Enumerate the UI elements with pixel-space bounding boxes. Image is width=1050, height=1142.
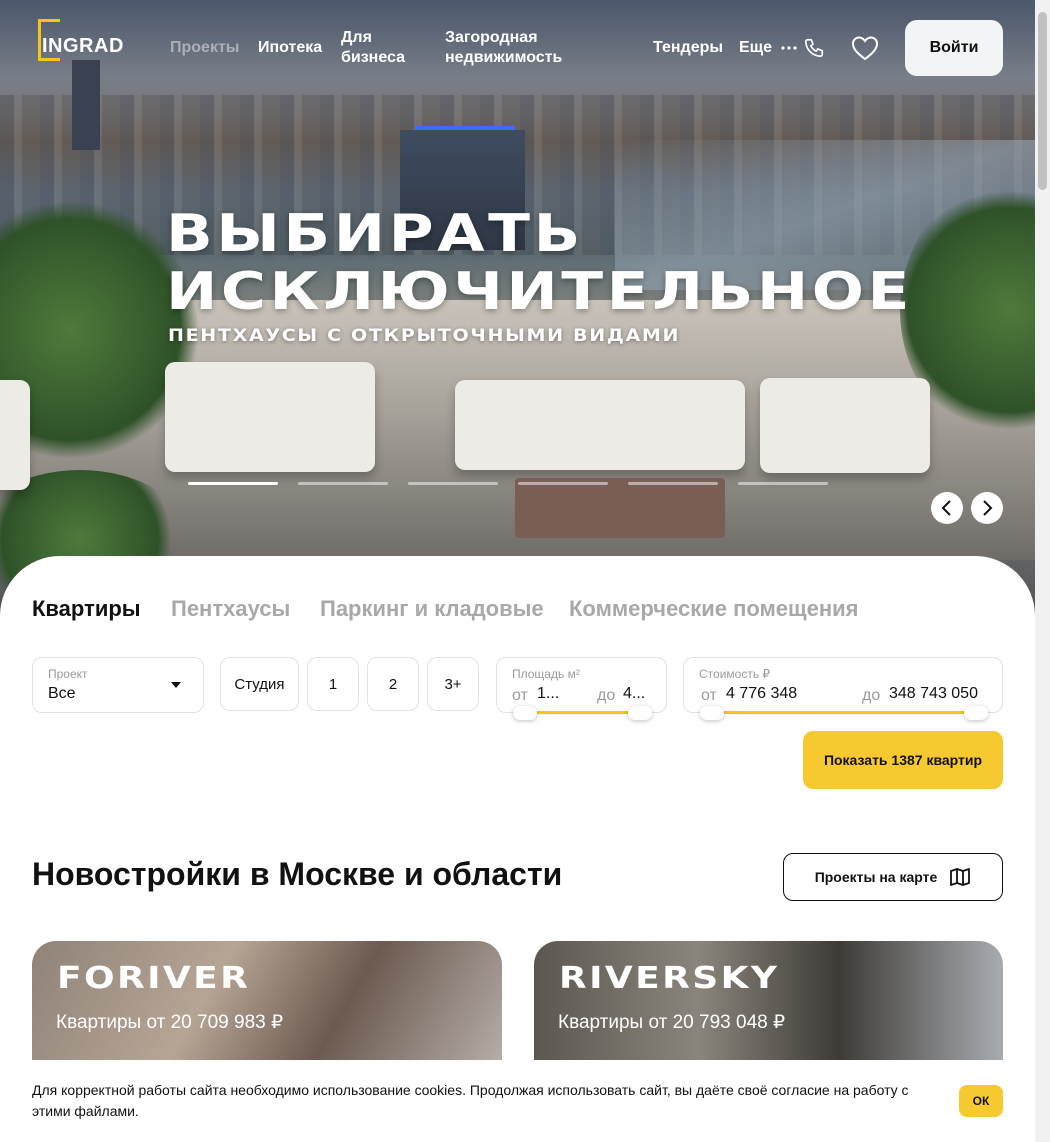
hero-banner: ВЫБИРАТЬ ИСКЛЮЧИТЕЛЬНОЕ ПЕНТХАУСЫ С ОТКР… (0, 0, 1035, 640)
hero-table (515, 478, 725, 538)
rooms-1-button[interactable]: 1 (307, 657, 359, 711)
price-from-input[interactable]: 4 776 348 (726, 685, 797, 703)
project-select-value: Все (48, 685, 76, 702)
area-range-track (525, 711, 640, 714)
area-range-label: Площадь м² (512, 667, 580, 681)
logo[interactable]: INGRAD (38, 19, 128, 61)
login-button[interactable]: Войти (905, 20, 1003, 76)
rooms-studio-button[interactable]: Студия (220, 657, 299, 711)
cookie-message: Для корректной работы сайта необходимо и… (32, 1082, 909, 1119)
project-select-label: Проект (48, 667, 88, 681)
slide-dot[interactable] (738, 482, 828, 485)
cookie-ok-button[interactable]: ОК (959, 1085, 1003, 1117)
hero-armchair (165, 362, 375, 472)
area-to-input[interactable]: 4... (623, 685, 645, 703)
project-select[interactable]: Проект Все (32, 657, 204, 713)
ellipsis-icon[interactable] (779, 38, 799, 58)
project-card-price: Квартиры от 20 709 983 ₽ (56, 1012, 284, 1033)
rooms-2-button[interactable]: 2 (367, 657, 419, 711)
slide-dot[interactable] (628, 482, 718, 485)
hero-chair-left (0, 380, 30, 490)
hero-subtitle: ПЕНТХАУСЫ С ОТКРЫТОЧНЫМИ ВИДАМИ (168, 326, 681, 346)
nav-tenders[interactable]: Тендеры (653, 38, 723, 58)
project-card-price: Квартиры от 20 793 048 ₽ (558, 1012, 786, 1033)
project-card-name: FORIVER (57, 961, 251, 996)
projects-map-label: Проекты на карте (814, 869, 938, 885)
price-max-handle[interactable] (964, 706, 988, 720)
area-max-handle[interactable] (628, 706, 652, 720)
projects-title: Новостройки в Москве и области (32, 856, 563, 892)
tab-parking-storage[interactable]: Паркинг и кладовые (320, 596, 544, 622)
hero-title: ВЫБИРАТЬ ИСКЛЮЧИТЕЛЬНОЕ (166, 204, 913, 322)
slide-dot[interactable] (518, 482, 608, 485)
slide-dot[interactable] (298, 482, 388, 485)
price-range: Стоимость ₽ от 4 776 348 до 348 743 050 (683, 657, 1003, 720)
heart-icon[interactable] (850, 33, 880, 63)
tab-penthouses[interactable]: Пентхаусы (171, 596, 290, 622)
nav-more[interactable]: Еще (739, 38, 772, 58)
area-min-handle[interactable] (513, 706, 537, 720)
slide-dot[interactable] (408, 482, 498, 485)
tab-commercial[interactable]: Коммерческие помещения (569, 596, 858, 622)
rooms-3plus-button[interactable]: 3+ (427, 657, 479, 711)
price-min-handle[interactable] (700, 706, 724, 720)
slider-prev-button[interactable] (931, 492, 963, 524)
nav-business[interactable]: Для бизнеса (341, 28, 421, 68)
tab-apartments[interactable]: Квартиры (32, 596, 141, 622)
page-scrollbar[interactable] (1035, 0, 1050, 1142)
projects-map-button[interactable]: Проекты на карте (783, 853, 1003, 901)
area-range: Площадь м² от 1... до 4... (496, 657, 667, 720)
site-header: INGRAD Проекты Ипотека Для бизнеса Загор… (0, 0, 1035, 96)
cookie-banner: Для корректной работы сайта необходимо и… (0, 1060, 1035, 1142)
slider-next-button[interactable] (971, 492, 1003, 524)
caret-down-icon (171, 682, 181, 688)
slide-dot[interactable] (188, 482, 278, 485)
price-to-input[interactable]: 348 743 050 (889, 685, 978, 703)
project-card-name: RIVERSKY (559, 961, 780, 996)
map-icon (950, 868, 971, 886)
chevron-left-icon (941, 500, 951, 516)
hero-sofa-right (760, 378, 930, 473)
nav-mortgage[interactable]: Ипотека (258, 38, 322, 58)
area-from-input[interactable]: 1... (537, 685, 559, 703)
show-apartments-button[interactable]: Показать 1387 квартир (803, 731, 1003, 789)
hero-sofa (455, 380, 745, 470)
nav-country-property[interactable]: Загородная недвижимость (445, 28, 585, 68)
price-range-label: Стоимость ₽ (699, 667, 771, 681)
phone-icon[interactable] (802, 36, 826, 60)
chevron-right-icon (983, 500, 993, 516)
scrollbar-thumb[interactable] (1038, 12, 1047, 190)
price-range-track (712, 711, 977, 714)
nav-projects[interactable]: Проекты (170, 38, 239, 58)
